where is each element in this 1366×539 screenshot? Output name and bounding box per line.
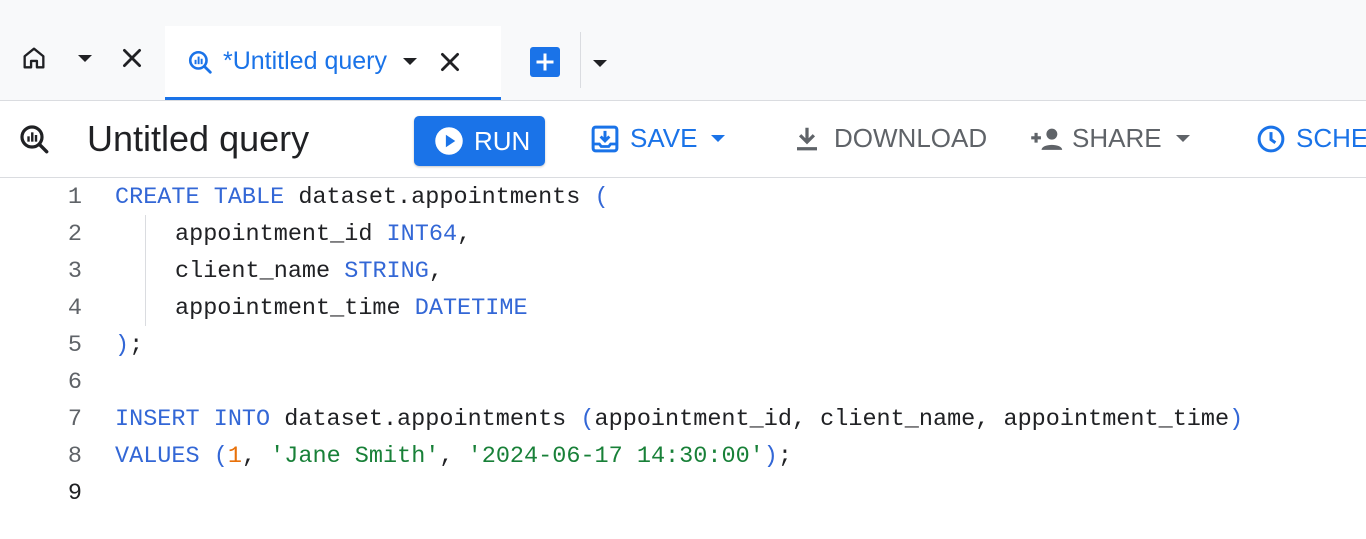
save-icon <box>591 125 619 152</box>
close-query-tab-icon[interactable] <box>437 49 463 75</box>
code-token: , <box>428 258 443 285</box>
code-text[interactable]: ); <box>115 327 143 364</box>
tab-label: *Untitled query <box>223 47 387 75</box>
save-button[interactable]: SAVE <box>590 123 726 154</box>
tab-home[interactable] <box>20 44 145 72</box>
code-token: client_name <box>175 258 345 285</box>
code-token: appointment_id, client_name, appointment… <box>594 406 1230 433</box>
code-token: dataset.appointments <box>270 406 581 433</box>
close-home-tab-icon[interactable] <box>119 45 145 71</box>
code-line[interactable]: 7 INSERT INTO dataset.appointments (appoi… <box>0 401 1366 438</box>
code-text[interactable]: appointment_id INT64, <box>115 216 471 253</box>
run-button[interactable]: RUN <box>414 116 545 166</box>
line-number: 9 <box>67 480 82 507</box>
query-tab-menu-icon[interactable] <box>402 58 417 65</box>
code-token: , <box>439 443 468 470</box>
code-line[interactable]: 9 <box>0 475 1366 512</box>
share-menu-icon[interactable] <box>1175 135 1190 142</box>
code-line[interactable]: 6 <box>0 364 1366 401</box>
line-number: 3 <box>67 258 82 285</box>
line-number: 6 <box>67 369 82 396</box>
code-token: ) <box>115 332 130 359</box>
plus-icon <box>536 53 554 71</box>
code-token: ) <box>763 443 778 470</box>
code-token: dataset.appointments <box>284 184 595 211</box>
code-token: ; <box>129 332 144 359</box>
share-button[interactable]: SHARE <box>1030 123 1190 154</box>
code-token: '2024-06-17 14:30:00' <box>467 443 764 470</box>
line-number: 5 <box>67 332 82 359</box>
new-tab-button[interactable] <box>530 47 560 77</box>
sql-editor[interactable]: 1 CREATE TABLE dataset.appointments (2 app… <box>0 178 1366 539</box>
code-token: ) <box>1229 406 1244 433</box>
query-icon <box>188 50 212 74</box>
code-line[interactable]: 8 VALUES (1, 'Jane Smith', '2024-06-17 14… <box>0 438 1366 475</box>
code-token: INSERT INTO <box>115 406 271 433</box>
code-text[interactable]: CREATE TABLE dataset.appointments ( <box>115 179 609 216</box>
schedule-label: SCHE <box>1296 123 1366 153</box>
code-token: ( <box>594 184 609 211</box>
code-token: 'Jane Smith' <box>270 443 440 470</box>
code-text[interactable]: client_name STRING, <box>115 253 443 290</box>
home-icon <box>23 47 45 69</box>
code-text[interactable]: VALUES (1, 'Jane Smith', '2024-06-17 14:… <box>115 438 792 475</box>
play-icon <box>435 127 463 155</box>
line-number: 1 <box>67 184 82 211</box>
line-number: 7 <box>67 406 82 433</box>
code-line[interactable]: 3 client_name STRING, <box>0 253 1366 290</box>
code-line[interactable]: 5); <box>0 327 1366 364</box>
query-toolbar: Untitled query RUN SAVE DOWNLOAD SHARE S… <box>0 101 1366 178</box>
add-person-icon <box>1031 128 1063 150</box>
code-token: ( <box>213 443 228 470</box>
code-line[interactable]: 2 appointment_id INT64, <box>0 216 1366 253</box>
page-title: Untitled query <box>87 118 310 159</box>
code-line[interactable]: 4 appointment_time DATETIME <box>0 290 1366 327</box>
line-number: 2 <box>67 221 82 248</box>
code-token: INT64 <box>386 221 458 248</box>
code-token: ( <box>580 406 595 433</box>
code-token: CREATE TABLE <box>115 184 285 211</box>
code-token: STRING <box>344 258 429 285</box>
run-label: RUN <box>474 125 531 156</box>
code-text[interactable]: INSERT INTO dataset.appointments (appoin… <box>115 401 1243 438</box>
tab-bar: *Untitled query <box>0 0 1366 101</box>
tab-untitled-query[interactable]: *Untitled query <box>165 26 501 100</box>
schedule-button[interactable]: SCHE <box>1256 123 1366 154</box>
save-label: SAVE <box>630 123 698 153</box>
query-icon <box>20 125 49 154</box>
download-button[interactable]: DOWNLOAD <box>792 123 987 154</box>
code-token: ; <box>777 443 792 470</box>
code-line[interactable]: 1 CREATE TABLE dataset.appointments ( <box>0 179 1366 216</box>
code-token: DATETIME <box>414 295 528 322</box>
tab-divider <box>580 32 581 88</box>
line-number: 8 <box>67 443 82 470</box>
share-label: SHARE <box>1072 123 1162 153</box>
save-menu-icon[interactable] <box>711 135 726 142</box>
code-token: VALUES <box>115 443 200 470</box>
code-token: appointment_time <box>175 295 415 322</box>
home-tab-menu-icon[interactable] <box>78 54 92 62</box>
code-token: , <box>457 221 472 248</box>
line-number: 4 <box>67 295 82 322</box>
download-icon <box>797 127 817 150</box>
more-tabs-menu-icon[interactable] <box>593 60 607 67</box>
code-token: 1 <box>227 443 242 470</box>
code-token: appointment_id <box>175 221 387 248</box>
clock-icon <box>1257 125 1285 152</box>
code-text[interactable]: appointment_time DATETIME <box>115 290 528 327</box>
download-label: DOWNLOAD <box>834 123 988 153</box>
code-token: , <box>241 443 271 470</box>
